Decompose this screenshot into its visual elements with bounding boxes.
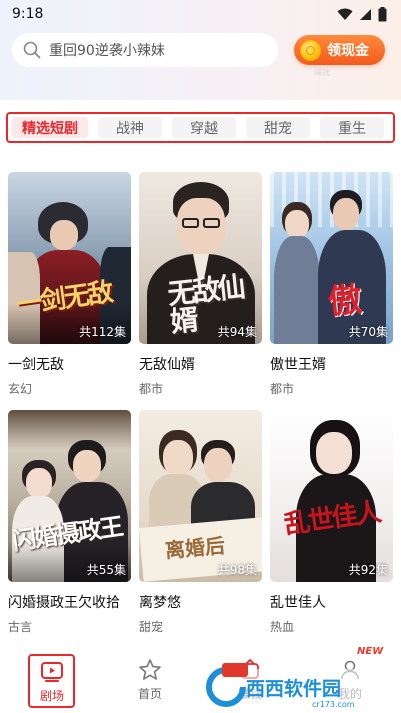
drama-genre: 热血 xyxy=(270,620,295,634)
drama-poster[interactable]: 一剑无敌 共112集 xyxy=(8,172,131,344)
poster-title: 离婚后 xyxy=(164,533,226,563)
drama-card[interactable]: 离婚后 共98集 离梦悠 甜宠 xyxy=(139,410,262,640)
nav-label: 剧场 xyxy=(39,689,64,703)
episode-count: 共55集 xyxy=(86,563,126,577)
drama-genre: 古言 xyxy=(8,620,33,634)
nav-label: 首页 xyxy=(137,687,162,701)
claim-cash-caption: 赚钱 xyxy=(314,68,330,77)
svg-text:cr173.com: cr173.com xyxy=(312,700,355,709)
episode-count: 共94集 xyxy=(217,325,257,339)
drama-card[interactable]: 无敌仙婿 共94集 无敌仙婿 都市 xyxy=(139,172,262,402)
coin-icon xyxy=(300,39,321,61)
tab-label: 重生 xyxy=(338,120,366,137)
tab-label: 战神 xyxy=(116,120,144,137)
poster-title: 傲 xyxy=(326,279,364,323)
drama-card[interactable]: 乱世佳人 共92集 乱世佳人 热血 xyxy=(270,410,393,640)
tv-icon xyxy=(41,662,63,682)
episode-count: 共112集 xyxy=(79,325,126,339)
tab-label: 精选短剧 xyxy=(22,120,78,137)
drama-title: 乱世佳人 xyxy=(270,595,326,611)
search-input[interactable]: 重回90逆袭小辣妹 xyxy=(12,33,278,67)
tab-sweet[interactable]: 甜宠 xyxy=(246,117,310,138)
tab-time-travel[interactable]: 穿越 xyxy=(172,117,236,138)
drama-title: 离梦悠 xyxy=(139,595,181,611)
drama-title: 一剑无敌 xyxy=(8,357,64,373)
drama-card[interactable]: 一剑无敌 共112集 一剑无敌 玄幻 xyxy=(8,172,131,402)
search-icon xyxy=(23,41,41,59)
tab-label: 甜宠 xyxy=(264,120,292,137)
drama-poster[interactable]: 乱世佳人 共92集 xyxy=(270,410,393,582)
drama-card[interactable]: 闪婚摄政王 共55集 闪婚摄政王欠收拾 古言 xyxy=(8,410,131,640)
claim-cash-label: 领现金 xyxy=(327,43,369,59)
drama-card[interactable]: 傲 共70集 傲世王婿 都市 xyxy=(270,172,393,402)
drama-title: 闪婚摄政王欠收拾 xyxy=(8,595,120,611)
tab-war-god[interactable]: 战神 xyxy=(98,117,162,138)
drama-poster[interactable]: 无敌仙婿 共94集 xyxy=(139,172,262,344)
tab-label: 穿越 xyxy=(190,120,218,137)
episode-count: 共92集 xyxy=(348,563,388,577)
drama-title: 傲世王婿 xyxy=(270,357,326,373)
status-icons xyxy=(337,6,387,22)
nav-item-home[interactable]: 首页 xyxy=(132,658,168,702)
drama-genre: 玄幻 xyxy=(8,382,33,396)
drama-title: 无敌仙婿 xyxy=(139,357,195,373)
drama-poster[interactable]: 离婚后 共98集 xyxy=(139,410,262,582)
battery-icon xyxy=(378,6,387,21)
status-time: 9:18 xyxy=(12,6,44,22)
wifi-icon xyxy=(337,8,353,20)
search-text: 重回90逆袭小辣妹 xyxy=(49,43,165,59)
claim-cash-button[interactable]: 领现金 xyxy=(294,35,385,65)
category-tabs: 精选短剧 战神 穿越 甜宠 重生 xyxy=(6,112,395,143)
drama-genre: 甜宠 xyxy=(139,620,164,634)
svg-text:西西软件园: 西西软件园 xyxy=(246,677,341,700)
site-watermark-logo: 西西软件园 cr173.com xyxy=(200,663,386,709)
tab-rebirth[interactable]: 重生 xyxy=(320,117,384,138)
episode-count: 共98集 xyxy=(217,563,257,577)
star-icon xyxy=(139,659,161,680)
signal-icon xyxy=(360,8,371,20)
drama-genre: 都市 xyxy=(270,382,295,396)
tab-featured[interactable]: 精选短剧 xyxy=(12,117,88,138)
status-bar: 9:18 xyxy=(0,0,401,28)
episode-count: 共70集 xyxy=(348,325,388,339)
drama-poster[interactable]: 闪婚摄政王 共55集 xyxy=(8,410,131,582)
drama-genre: 都市 xyxy=(139,382,164,396)
nav-item-theater[interactable]: 剧场 xyxy=(34,660,70,704)
drama-poster[interactable]: 傲 共70集 xyxy=(270,172,393,344)
